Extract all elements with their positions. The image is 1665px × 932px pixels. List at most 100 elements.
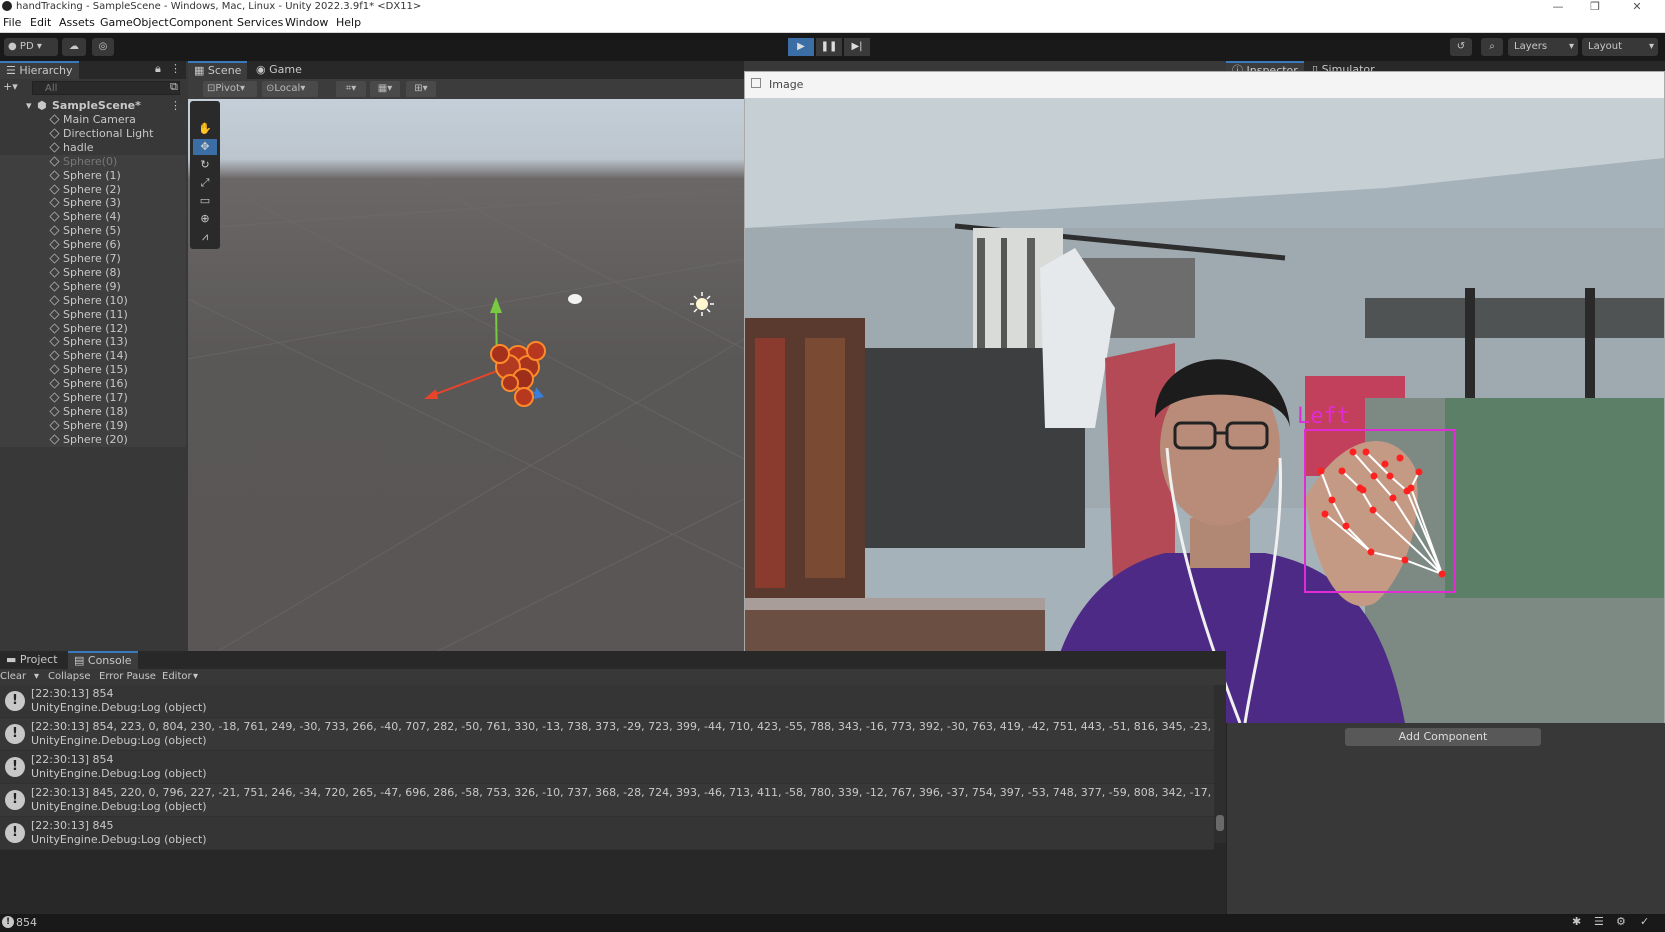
- hierarchy-item[interactable]: Sphere (12): [0, 321, 186, 336]
- clear-options-icon[interactable]: ▾: [34, 669, 39, 685]
- bug-icon[interactable]: ✱: [1572, 915, 1581, 928]
- hierarchy-item[interactable]: Sphere (16): [0, 377, 186, 392]
- expand-arrow-icon[interactable]: ▾: [26, 99, 32, 113]
- menu-assets[interactable]: Assets: [59, 14, 95, 32]
- close-button[interactable]: ✕: [1627, 0, 1647, 13]
- scale-tool-icon[interactable]: ⤢: [193, 175, 217, 191]
- tab-hierarchy[interactable]: ☰ Hierarchy: [0, 61, 79, 79]
- check-icon[interactable]: ✓: [1640, 915, 1649, 928]
- editor-dropdown[interactable]: Editor: [162, 669, 192, 685]
- menu-services[interactable]: Services: [237, 14, 283, 32]
- hierarchy-item-label: Sphere (16): [63, 377, 128, 391]
- history-icon[interactable]: ↺: [1450, 38, 1472, 56]
- error-pause-button[interactable]: Error Pause: [99, 669, 156, 685]
- hierarchy-item[interactable]: hadle: [0, 141, 186, 155]
- scene-root[interactable]: ▾ ⬢ SampleScene* ⋮: [0, 99, 186, 113]
- tab-scene[interactable]: ▦ Scene: [188, 61, 248, 79]
- lock-icon[interactable]: 🔒︎: [155, 62, 161, 76]
- hierarchy-item[interactable]: Sphere (11): [0, 307, 186, 322]
- hierarchy-item[interactable]: Sphere (2): [0, 182, 186, 197]
- network-icon[interactable]: ☰: [1594, 915, 1604, 928]
- menu-file[interactable]: File: [3, 14, 21, 32]
- hierarchy-item[interactable]: Sphere (10): [0, 293, 186, 308]
- hierarchy-item[interactable]: Sphere (13): [0, 335, 186, 350]
- hierarchy-item[interactable]: Sphere (1): [0, 168, 186, 183]
- local-dropdown[interactable]: ⊙Local▾: [262, 81, 318, 97]
- hand-tool-icon[interactable]: ✋: [193, 121, 217, 137]
- play-button[interactable]: ▶: [788, 38, 814, 56]
- scene-options-icon[interactable]: ⋮: [170, 99, 181, 113]
- custom-tool-icon[interactable]: ⩘: [193, 229, 217, 245]
- chevron-down-icon[interactable]: ▾: [193, 669, 198, 685]
- transform-tool-icon[interactable]: ⊕: [193, 211, 217, 227]
- layout-dropdown[interactable]: Layout ▾: [1582, 38, 1658, 56]
- rect-tool-icon[interactable]: ▭: [193, 193, 217, 209]
- more-options-icon[interactable]: ⋮: [170, 62, 181, 75]
- step-button[interactable]: ▶|: [844, 38, 870, 56]
- clear-button[interactable]: Clear: [0, 669, 26, 685]
- restore-button[interactable]: ❐: [1585, 0, 1605, 13]
- add-component-button[interactable]: Add Component: [1345, 728, 1541, 746]
- hierarchy-search-input[interactable]: [32, 81, 180, 95]
- hierarchy-item[interactable]: Sphere (6): [0, 238, 186, 253]
- account-button[interactable]: ● PD ▾: [4, 38, 58, 56]
- hierarchy-item[interactable]: Sphere (17): [0, 391, 186, 405]
- hierarchy-item[interactable]: Sphere (15): [0, 363, 186, 378]
- hierarchy-item[interactable]: Sphere (7): [0, 252, 186, 266]
- cloud-icon[interactable]: ☁: [62, 38, 86, 56]
- image-window[interactable]: Image Left: [744, 71, 1665, 723]
- x-axis-handle[interactable]: [427, 370, 498, 398]
- tab-project[interactable]: ▬ Project: [0, 651, 64, 669]
- scene-viewport[interactable]: ✋ ✥ ↻ ⤢ ▭ ⊕ ⩘: [188, 99, 744, 651]
- log-entry[interactable]: ! [22:30:13] 854 UnityEngine.Debug:Log (ob…: [0, 751, 1214, 784]
- settings-icon[interactable]: ⚙: [1616, 915, 1626, 928]
- console-scrollbar[interactable]: [1214, 685, 1226, 843]
- move-tool-icon[interactable]: ✥: [193, 139, 217, 155]
- hierarchy-item[interactable]: Sphere (3): [0, 196, 186, 211]
- gameobject-cube-icon: [49, 170, 60, 181]
- hierarchy-item-label: Sphere (4): [63, 210, 121, 224]
- menu-gameobject[interactable]: GameObject: [100, 14, 169, 32]
- minimize-button[interactable]: —: [1548, 0, 1568, 13]
- menu-component[interactable]: Component: [169, 14, 233, 32]
- hierarchy-item[interactable]: Sphere (14): [0, 349, 186, 364]
- tab-game[interactable]: ◉ Game: [250, 61, 308, 79]
- scrollbar-thumb[interactable]: [1216, 815, 1224, 831]
- hierarchy-item[interactable]: Main Camera: [0, 113, 186, 127]
- filter-icon[interactable]: ⧉: [170, 80, 178, 94]
- search-icon[interactable]: ⌕: [1481, 38, 1503, 56]
- collapse-button[interactable]: Collapse: [48, 669, 91, 685]
- hierarchy-item[interactable]: Sphere (5): [0, 224, 186, 239]
- log-entry[interactable]: ! [22:30:13] 845, 220, 0, 796, 227, -21, …: [0, 784, 1214, 817]
- menu-help[interactable]: Help: [336, 14, 361, 32]
- collab-icon[interactable]: ◎: [92, 38, 114, 56]
- camera-gizmo-icon[interactable]: [568, 294, 582, 304]
- menu-edit[interactable]: Edit: [30, 14, 51, 32]
- menu-window[interactable]: Window: [285, 14, 328, 32]
- image-window-icon: [751, 78, 761, 88]
- hierarchy-item[interactable]: Sphere (20): [0, 432, 186, 447]
- log-entry[interactable]: ! [22:30:13] 854 UnityEngine.Debug:Log (ob…: [0, 685, 1214, 718]
- pause-button[interactable]: ❚❚: [816, 38, 842, 56]
- light-gizmo-icon[interactable]: [690, 292, 714, 316]
- grid-snap-button[interactable]: ⌗▾: [336, 81, 366, 97]
- hierarchy-item[interactable]: Sphere(0): [0, 154, 186, 169]
- hierarchy-item[interactable]: Directional Light: [0, 127, 186, 141]
- log-entry[interactable]: ! [22:30:13] 845 UnityEngine.Debug:Log (ob…: [0, 817, 1214, 850]
- image-window-header[interactable]: Image: [745, 72, 1664, 98]
- hierarchy-item[interactable]: Sphere (18): [0, 404, 186, 419]
- increment-snap-button[interactable]: ⊞▾: [406, 81, 436, 97]
- add-icon[interactable]: +▾: [3, 80, 18, 93]
- pivot-dropdown[interactable]: ⊡Pivot▾: [203, 81, 257, 97]
- status-message[interactable]: 854: [16, 916, 37, 929]
- hierarchy-item[interactable]: Sphere (4): [0, 210, 186, 225]
- layers-dropdown[interactable]: Layers ▾: [1508, 38, 1578, 56]
- hierarchy-item[interactable]: Sphere (19): [0, 418, 186, 433]
- hierarchy-item[interactable]: Sphere (8): [0, 265, 186, 280]
- log-entry[interactable]: ! [22:30:13] 854, 223, 0, 804, 230, -18, …: [0, 718, 1214, 751]
- hierarchy-item[interactable]: Sphere (9): [0, 279, 186, 294]
- grid-visibility-button[interactable]: ▦▾: [370, 81, 400, 97]
- rotate-tool-icon[interactable]: ↻: [193, 157, 217, 173]
- webcam-feed: Left: [745, 98, 1664, 723]
- tab-console[interactable]: ▤ Console: [68, 651, 138, 669]
